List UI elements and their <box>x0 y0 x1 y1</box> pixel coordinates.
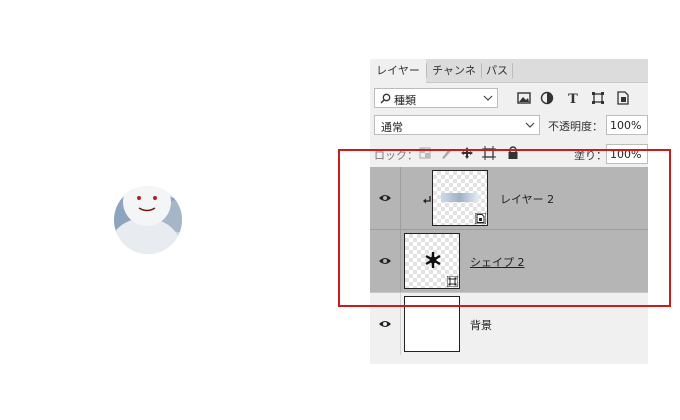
layer-filter-label: 種類 <box>394 94 416 107</box>
svg-text:T: T <box>568 92 578 105</box>
opacity-label: 不透明度： <box>548 120 603 133</box>
opacity-value: 100% <box>610 119 642 132</box>
filter-adjustment-icon[interactable] <box>540 91 554 105</box>
snowflake-clipped-photo <box>23 122 273 338</box>
highlight-box <box>338 149 671 307</box>
eye-icon[interactable] <box>378 319 392 329</box>
layer-name[interactable]: 背景 <box>470 317 492 333</box>
filter-smart-object-icon[interactable] <box>616 91 630 105</box>
search-icon <box>380 93 391 104</box>
layer-filter-select[interactable]: 種類 <box>374 88 498 108</box>
filter-pixel-icon[interactable] <box>517 91 531 105</box>
blend-mode-select[interactable]: 通常 <box>374 115 540 135</box>
filter-shape-icon[interactable] <box>591 91 605 105</box>
opacity-input[interactable]: 100% <box>606 115 648 135</box>
tab-layers[interactable]: レイヤー <box>370 59 426 83</box>
chevron-down-icon <box>483 95 493 101</box>
chevron-down-icon <box>525 122 535 128</box>
tab-paths[interactable]: パス <box>482 59 512 82</box>
tab-channels[interactable]: チャンネル <box>427 59 481 100</box>
panel-tab-bar: レイヤー チャンネル パス <box>370 59 648 100</box>
filter-type-icon[interactable]: T <box>566 91 580 105</box>
blend-mode-value: 通常 <box>381 121 403 134</box>
